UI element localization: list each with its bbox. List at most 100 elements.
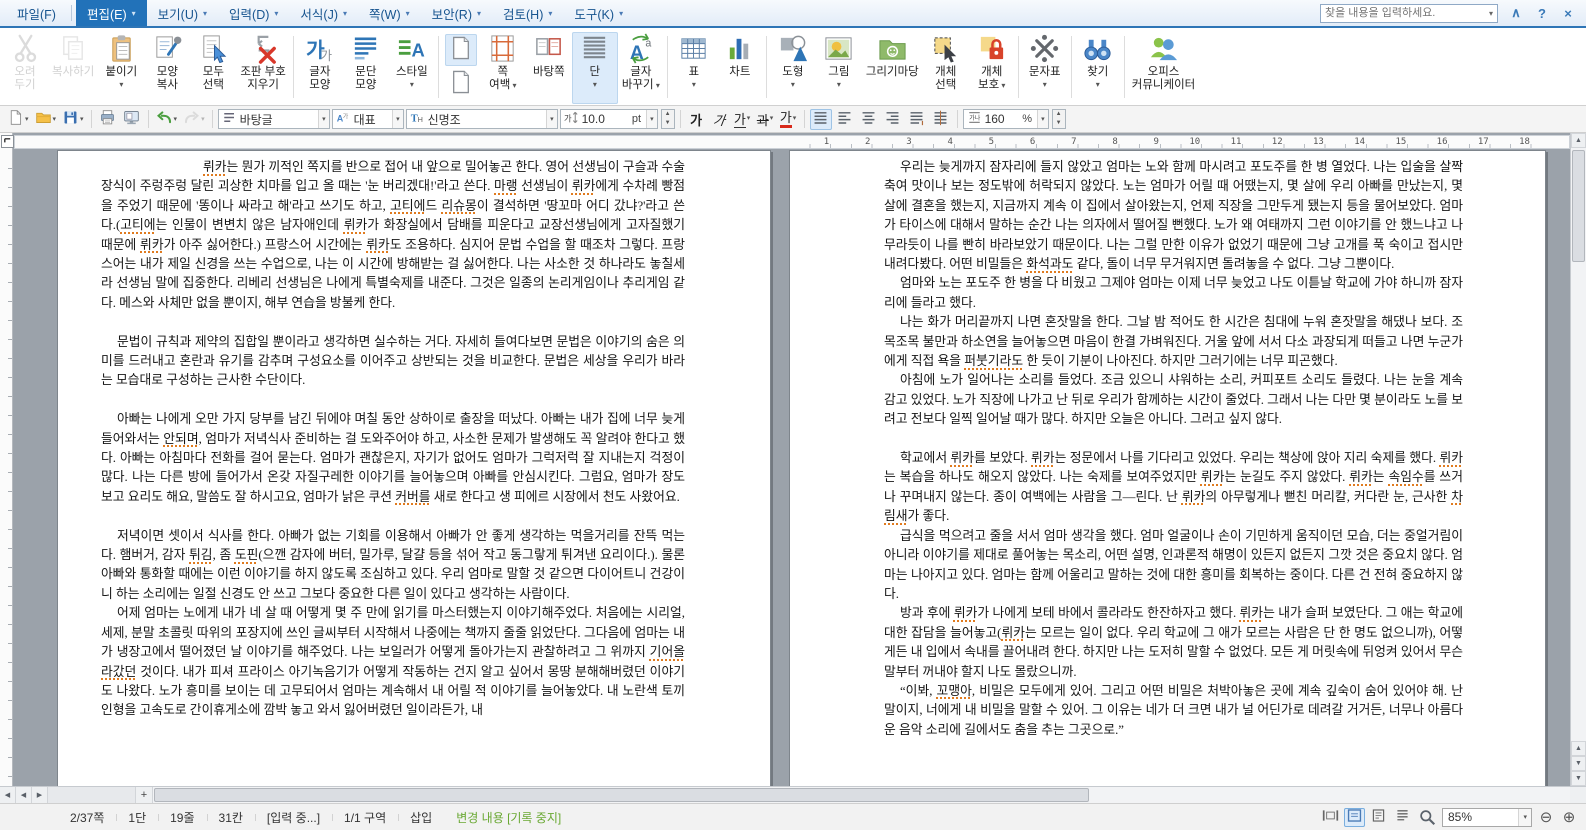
page-right[interactable]: 우리는 늦게까지 잠자리에 들지 않았고 엄마는 노와 함께 마시려고 포도주를…: [789, 150, 1546, 786]
para-shape-button[interactable]: 문단 모양: [343, 32, 389, 104]
font-color-button[interactable]: 가 ▾: [778, 109, 799, 130]
document-tab-strip[interactable]: [48, 787, 136, 803]
align-divide-button[interactable]: [930, 109, 952, 130]
spinner-down-icon[interactable]: ▼: [1053, 119, 1065, 128]
change-text-button[interactable]: Aa 글자 바꾸기 ▾: [618, 32, 664, 104]
help-button[interactable]: ?: [1534, 6, 1550, 21]
status-item-4[interactable]: 31칸: [206, 809, 255, 826]
scroll-down-button[interactable]: ▼: [1571, 771, 1586, 786]
chevron-down-icon[interactable]: ▾: [392, 110, 403, 128]
preset-combo[interactable]: A 가 대표 ▾: [331, 109, 404, 129]
add-tab-button[interactable]: +: [136, 787, 153, 803]
align-justify-button[interactable]: [809, 108, 832, 130]
paragraph[interactable]: 방과 후에 뤼카가 나에게 보테 바에서 콜라라도 한잔하자고 했다. 뤼카는 …: [884, 604, 1463, 682]
paragraph[interactable]: 급식을 먹으려고 줄을 서서 엄마 생각을 했다. 엄마 얼굴이나 손이 기민하…: [884, 527, 1463, 605]
object-protect-button[interactable]: 개체 보호 ▾: [969, 32, 1015, 104]
horizontal-scroll-thumb[interactable]: [154, 788, 1090, 802]
search-input[interactable]: [1325, 7, 1489, 19]
chart-button[interactable]: 차트: [717, 32, 763, 104]
menu-item-1[interactable]: 파일(F): [6, 0, 67, 26]
search-box[interactable]: ▾: [1320, 3, 1498, 23]
paragraph[interactable]: 우리는 늦게까지 잠자리에 들지 않았고 엄마는 노와 함께 마시려고 포도주를…: [884, 158, 1463, 274]
font-combo[interactable]: T H 신명조 ▾: [405, 109, 558, 129]
align-left-button[interactable]: [834, 109, 856, 130]
menu-item-3[interactable]: 보기(U) ▾: [147, 0, 218, 26]
format-copy-button[interactable]: 모양 복사: [144, 32, 190, 104]
office-communicator-button[interactable]: 오피스 커뮤니케이터: [1128, 32, 1199, 104]
master-page-button[interactable]: 바탕쪽: [526, 32, 572, 104]
vertical-scrollbar[interactable]: ▲ ▲ ▼ ▼: [1570, 133, 1586, 786]
status-item-5[interactable]: [입력 중...]: [254, 809, 332, 826]
paragraph[interactable]: 문법이 규칙과 제약의 집합일 뿐이라고 생각하면 실수하는 거다. 자세히 들…: [101, 333, 685, 391]
menu-item-5[interactable]: 서식(J) ▾: [289, 0, 358, 26]
spinner-up-icon[interactable]: ▲: [1053, 110, 1065, 119]
chevron-down-icon[interactable]: ▾: [1489, 9, 1493, 18]
open-document-button[interactable]: ▾: [33, 109, 59, 130]
align-center-button[interactable]: [858, 109, 880, 130]
horizontal-ruler[interactable]: 1 2 3 4 5 6 7 8 9 10 11 12 13 14 15 16 17 18: [14, 135, 1570, 149]
chevron-down-icon[interactable]: ▾: [1037, 110, 1048, 128]
paragraph[interactable]: 아침에 노가 일어나는 소리를 들었다. 조금 있으니 샤워하는 소리, 커피포…: [884, 371, 1463, 429]
print-preview-button[interactable]: [121, 109, 143, 130]
style-combo[interactable]: 바탕글 ▾: [217, 109, 330, 129]
menu-item-4[interactable]: 입력(D) ▾: [218, 0, 289, 26]
previous-page-button[interactable]: ▲: [1571, 741, 1586, 756]
underline-button[interactable]: 가 ▾: [732, 109, 753, 130]
chevron-down-icon[interactable]: ▾: [646, 110, 657, 128]
status-item-3[interactable]: 19줄: [158, 809, 206, 826]
picture-button[interactable]: 그림 ▾: [816, 32, 862, 104]
table-button[interactable]: 표 ▾: [671, 32, 717, 104]
page-landscape-button[interactable]: [445, 68, 477, 100]
clear-markup-button[interactable]: 조판 부호 지우기: [236, 32, 290, 104]
paragraph[interactable]: 저녁이면 셋이서 식사를 한다. 아빠가 없는 기회를 이용해서 아빠가 안 좋…: [101, 527, 685, 605]
status-item-1[interactable]: 2/37쪽: [58, 809, 116, 826]
chevron-down-icon[interactable]: ▾: [318, 110, 329, 128]
zoom-level-combo[interactable]: 85% ▾: [1442, 807, 1532, 827]
menu-item-2[interactable]: 편집(E) ▾: [75, 0, 147, 26]
size-combo[interactable]: 가 10.0 pt ▾: [559, 109, 658, 129]
track-changes-status[interactable]: 변경 내용 [기록 중지]: [444, 809, 573, 826]
italic-button[interactable]: 가: [709, 109, 730, 130]
paragraph[interactable]: “이봐, 꼬맹아, 비밀은 모두에게 있어. 그리고 어떤 비밀은 처박아놓은 …: [884, 682, 1463, 740]
strikethrough-button[interactable]: 과 ▾: [755, 109, 776, 130]
next-page-button[interactable]: ▼: [1571, 756, 1586, 771]
undo-button[interactable]: ▾: [154, 109, 180, 130]
shapes-button[interactable]: 도형 ▾: [770, 32, 816, 104]
page-margin-button[interactable]: 쪽 여백 ▾: [480, 32, 526, 104]
menu-item-9[interactable]: 도구(K) ▾: [563, 0, 634, 26]
text-view-button[interactable]: [1392, 808, 1413, 827]
select-all-button[interactable]: 모두 선택: [190, 32, 236, 104]
page-portrait-button[interactable]: [444, 33, 477, 66]
vertical-ruler[interactable]: [0, 133, 13, 786]
horizontal-scrollbar[interactable]: ◀ ◀ ▶ +: [0, 786, 1586, 803]
text-width-view-button[interactable]: [1368, 808, 1389, 827]
object-select-button[interactable]: 개체 선택: [923, 32, 969, 104]
paragraph[interactable]: 뤼카는 뭔가 끼적인 쪽지를 반으로 접어 내 앞으로 밀어놓곤 한다. 영어 …: [101, 158, 685, 313]
charmap-button[interactable]: 문자표 ▾: [1022, 32, 1068, 104]
scroll-up-button[interactable]: ▲: [1571, 133, 1586, 148]
align-distribute-button[interactable]: [906, 109, 928, 130]
paragraph[interactable]: 학교에서 뤼카를 보았다. 뤼카는 정문에서 나를 기다리고 있었다. 우리는 …: [884, 449, 1463, 527]
drawing-gallery-button[interactable]: 그리기마당: [862, 32, 923, 104]
status-item-7[interactable]: 삽입: [398, 809, 444, 826]
size-combo-spinner[interactable]: ▲ ▼: [660, 109, 675, 129]
page-left[interactable]: 뤼카는 뭔가 끼적인 쪽지를 반으로 접어 내 앞으로 밀어놓곤 한다. 영어 …: [57, 150, 771, 786]
style-button[interactable]: A 스타일 ▾: [389, 32, 435, 104]
horizontal-scroll-track[interactable]: [153, 787, 1570, 803]
save-document-button[interactable]: ▾: [60, 109, 86, 130]
zoom-in-button[interactable]: ⊕: [1560, 810, 1578, 825]
page-width-view-button[interactable]: [1344, 807, 1365, 827]
new-document-button[interactable]: ▾: [5, 109, 31, 130]
paragraph[interactable]: 엄마와 노는 포도주 한 병을 다 비웠고 그제야 엄마는 이제 너무 늦었고 …: [884, 274, 1463, 313]
status-item-2[interactable]: 1단: [116, 809, 158, 826]
paste-button[interactable]: 붙이기 ▾: [98, 32, 144, 104]
bold-button[interactable]: 가: [686, 109, 707, 130]
paragraph[interactable]: 나는 화가 머리끝까지 나면 혼잣말을 한다. 그날 밤 적어도 한 시간은 침…: [884, 313, 1463, 371]
paragraph[interactable]: 어제 엄마는 노에게 내가 네 살 때 어떻게 몇 주 만에 읽기를 마스터했는…: [101, 604, 685, 720]
menu-item-8[interactable]: 검토(H) ▾: [492, 0, 563, 26]
zoom-magnifier-button[interactable]: [1418, 808, 1437, 827]
print-button[interactable]: [97, 109, 119, 130]
find-button[interactable]: 찾기 ▾: [1075, 32, 1121, 104]
status-item-6[interactable]: 1/1 구역: [332, 809, 398, 826]
spinner-down-icon[interactable]: ▼: [662, 119, 674, 128]
